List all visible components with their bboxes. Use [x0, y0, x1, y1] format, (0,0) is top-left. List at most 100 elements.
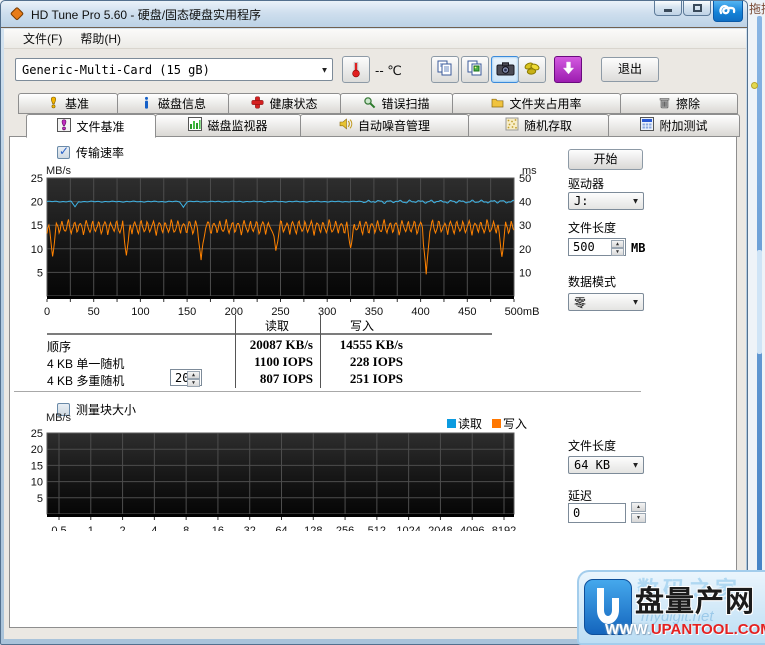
tab-file-benchmark-label: 文件基准: [76, 118, 124, 135]
maximize-button[interactable]: [683, 1, 711, 16]
tab-error-scan[interactable]: 错误扫描: [340, 93, 453, 114]
tab-folder-usage[interactable]: 文件夹占用率: [452, 93, 621, 114]
watermark-domain: UPANTOOL: [651, 621, 734, 638]
svg-text:8192: 8192: [492, 525, 516, 531]
transfer-rate-label: 传输速率: [76, 144, 124, 161]
block-file-length-select[interactable]: 64 KB ▼: [568, 456, 644, 474]
menu-file[interactable]: 文件(F): [14, 28, 71, 49]
svg-text:0: 0: [44, 306, 50, 318]
svg-text:20: 20: [31, 197, 43, 209]
delay-value: 0: [573, 506, 580, 520]
delay-down-button[interactable]: ▼: [631, 513, 646, 523]
tab-benchmark[interactable]: 基准: [18, 93, 118, 114]
calculator-icon: [640, 117, 654, 134]
leaf-icon: [523, 60, 542, 80]
menubar: 文件(F) 帮助(H): [4, 29, 746, 49]
temperature-button[interactable]: [342, 56, 370, 83]
tab-health[interactable]: 健康状态: [228, 93, 341, 114]
copy-text-icon: [436, 59, 454, 80]
random-access-icon: [505, 117, 519, 134]
section-separator: [14, 391, 641, 392]
start-button[interactable]: 开始: [568, 149, 643, 170]
menu-help[interactable]: 帮助(H): [71, 28, 130, 49]
up-arrow-icon[interactable]: ▲: [611, 240, 624, 248]
svg-text:15: 15: [31, 220, 43, 232]
hd-tune-window: HD Tune Pro 5.60 - 硬盘/固态硬盘实用程序 文件(F) 帮助(…: [0, 0, 748, 645]
file-length-label: 文件长度: [568, 219, 616, 236]
multi-random-count-spinner[interactable]: 20 ▲▼: [170, 369, 202, 386]
table-divider-2: [320, 315, 321, 388]
svg-text:30: 30: [519, 220, 531, 232]
file-length-updown[interactable]: ▲▼: [611, 240, 624, 254]
write-column-header: 写入: [322, 317, 402, 334]
client-area: 文件(F) 帮助(H) Generic-Multi-Card (15 gB) ▼…: [4, 29, 746, 639]
background-scrollbar[interactable]: [757, 16, 762, 631]
row-sequential-read: 20087 KB/s: [200, 337, 313, 353]
tab-disk-info[interactable]: 磁盘信息: [117, 93, 229, 114]
hdtune-logo-icon: [9, 5, 25, 24]
save-results-button[interactable]: [554, 56, 582, 83]
tab-disk-info-label: 磁盘信息: [158, 95, 206, 112]
file-length-spinner[interactable]: 500 ▲▼: [568, 238, 626, 256]
drive-letter-select[interactable]: J: ▼: [568, 192, 644, 210]
copy-image-button[interactable]: [461, 56, 489, 83]
minimize-button[interactable]: [654, 1, 682, 16]
watermark-www: WWW.: [605, 621, 651, 638]
tab-folder-usage-label: 文件夹占用率: [509, 95, 581, 112]
health-cross-icon: [251, 96, 264, 112]
export-button[interactable]: [518, 56, 546, 83]
multi-random-updown[interactable]: ▲▼: [187, 371, 200, 384]
trash-icon: [658, 96, 671, 112]
screenshot-button[interactable]: [491, 56, 519, 83]
tab-disk-monitor[interactable]: 磁盘监视器: [155, 114, 301, 137]
delay-up-button[interactable]: ▲: [631, 502, 646, 512]
drive-label: 驱动器: [568, 175, 604, 192]
drive-select-value: Generic-Multi-Card (15 gB): [22, 63, 210, 77]
delay-input[interactable]: 0: [568, 503, 626, 523]
svg-text:2048: 2048: [428, 525, 452, 531]
down-arrow-icon[interactable]: ▼: [611, 248, 624, 256]
svg-text:50: 50: [88, 306, 100, 318]
overlay-app-button[interactable]: [713, 1, 743, 22]
tab-aam[interactable]: 自动噪音管理: [300, 114, 469, 137]
drive-letter-value: J:: [574, 194, 588, 208]
tab-random-access[interactable]: 随机存取: [468, 114, 609, 137]
tab-extra-tests-label: 附加测试: [659, 117, 707, 134]
svg-text:2: 2: [120, 525, 126, 531]
svg-text:64: 64: [275, 525, 287, 531]
down-arrow-icon[interactable]: ▼: [187, 379, 200, 387]
maximize-icon: [693, 4, 702, 12]
svg-text:450: 450: [458, 306, 476, 318]
tab-erase-label: 擦除: [676, 95, 700, 112]
titlebar[interactable]: HD Tune Pro 5.60 - 硬盘/固态硬盘实用程序: [1, 1, 747, 28]
read-column-header: 读取: [237, 317, 317, 334]
tab-erase[interactable]: 擦除: [620, 93, 738, 114]
up-arrow-icon[interactable]: ▲: [187, 371, 200, 379]
disk-info-icon: [140, 96, 153, 112]
svg-text:10: 10: [519, 267, 531, 279]
svg-text:25: 25: [31, 173, 43, 185]
tab-file-benchmark[interactable]: 文件基准: [26, 114, 156, 138]
tab-aam-label: 自动噪音管理: [358, 117, 430, 134]
exit-button[interactable]: 退出: [601, 57, 659, 82]
svg-text:20: 20: [31, 444, 43, 456]
row-single-random-write: 228 IOPS: [325, 354, 403, 370]
background-dot: [751, 82, 758, 89]
background-scrollbar-thumb[interactable]: [757, 250, 762, 355]
upantool-watermark: 数码之家 mydigit.net 盘量产网 WWW.UPANTOOL.COM: [577, 570, 765, 645]
drive-select[interactable]: Generic-Multi-Card (15 gB) ▼: [15, 58, 333, 81]
copy-text-button[interactable]: [431, 56, 459, 83]
desktop-background-strip: 拖拽: [748, 0, 765, 645]
transfer-rate-checkbox[interactable]: [57, 146, 70, 159]
svg-text:1024: 1024: [396, 525, 420, 531]
chevron-down-icon: ▼: [322, 65, 327, 74]
file-length-unit: MB: [631, 241, 645, 255]
svg-text:5: 5: [37, 493, 43, 505]
data-mode-select[interactable]: 零 ▼: [568, 293, 644, 311]
tab-extra-tests[interactable]: 附加测试: [608, 114, 740, 137]
svg-text:16: 16: [212, 525, 224, 531]
tab-random-access-label: 随机存取: [524, 117, 572, 134]
svg-text:128: 128: [304, 525, 322, 531]
svg-text:MB/s: MB/s: [46, 165, 72, 177]
svg-text:100: 100: [131, 306, 149, 318]
